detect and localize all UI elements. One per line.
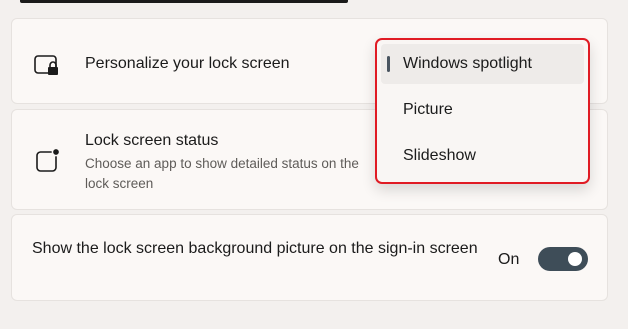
lock-screen-status-description: Choose an app to show detailed status on…	[85, 156, 359, 191]
lock-screen-background-dropdown[interactable]: Windows spotlight Picture Slideshow	[375, 38, 590, 184]
lock-screen-icon	[34, 55, 60, 82]
signin-background-card: Show the lock screen background picture …	[11, 214, 608, 301]
signin-background-toggle[interactable]	[538, 247, 588, 271]
top-edge-bar	[20, 0, 348, 3]
toggle-state-label: On	[498, 251, 520, 268]
dropdown-option-slideshow[interactable]: Slideshow	[381, 136, 584, 176]
option-label: Slideshow	[403, 147, 476, 164]
toggle-knob	[568, 252, 582, 266]
app-status-icon	[36, 147, 62, 179]
option-label: Picture	[403, 101, 453, 118]
dropdown-option-windows-spotlight[interactable]: Windows spotlight	[381, 44, 584, 84]
personalize-lock-screen-title: Personalize your lock screen	[85, 55, 290, 72]
lock-screen-status-title: Lock screen status	[85, 132, 219, 149]
selected-indicator	[387, 56, 390, 72]
option-label: Windows spotlight	[403, 55, 532, 72]
dropdown-option-picture[interactable]: Picture	[381, 90, 584, 130]
signin-background-title: Show the lock screen background picture …	[32, 240, 478, 257]
